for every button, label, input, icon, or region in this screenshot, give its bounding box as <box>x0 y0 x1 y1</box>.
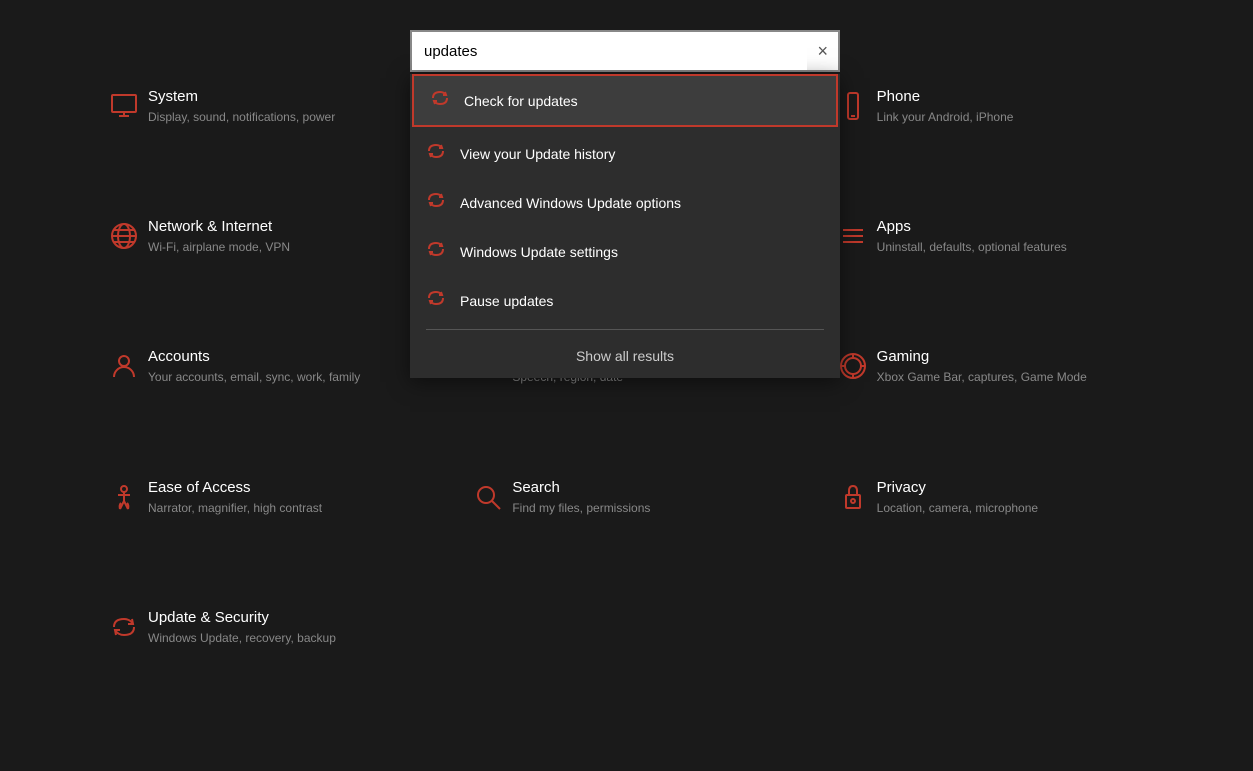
settings-text-accounts: Accounts Your accounts, email, sync, work… <box>148 348 360 386</box>
show-all-results-button[interactable]: Show all results <box>410 334 840 378</box>
search-overlay: updates × Check for updates View your Up… <box>410 30 840 378</box>
result-label-update-settings: Windows Update settings <box>460 244 618 260</box>
settings-item-system[interactable]: System Display, sound, notifications, pow… <box>80 60 444 190</box>
search-result-check-updates[interactable]: Check for updates <box>412 74 838 127</box>
settings-cell-empty <box>444 581 808 711</box>
result-label-advanced-options: Advanced Windows Update options <box>460 195 681 211</box>
search-result-pause-updates[interactable]: Pause updates <box>410 276 840 325</box>
settings-item-privacy[interactable]: Privacy Location, camera, microphone <box>809 451 1173 581</box>
result-update-icon-0 <box>430 88 450 113</box>
settings-title-gaming: Gaming <box>877 348 1087 365</box>
settings-title-ease-of-access: Ease of Access <box>148 479 322 496</box>
result-label-check-updates: Check for updates <box>464 93 578 109</box>
settings-subtitle-privacy: Location, camera, microphone <box>877 500 1038 517</box>
result-label-view-history: View your Update history <box>460 146 615 162</box>
search-dropdown: Check for updates View your Update histo… <box>410 74 840 378</box>
settings-text-phone: Phone Link your Android, iPhone <box>877 88 1014 126</box>
result-label-pause-updates: Pause updates <box>460 293 553 309</box>
settings-item-accounts[interactable]: Accounts Your accounts, email, sync, work… <box>80 320 444 450</box>
settings-title-system: System <box>148 88 335 105</box>
settings-item-phone[interactable]: Phone Link your Android, iPhone <box>809 60 1173 190</box>
privacy-icon <box>829 481 877 513</box>
network-icon <box>100 220 148 252</box>
search-result-view-history[interactable]: View your Update history <box>410 129 840 178</box>
settings-title-update-security: Update & Security <box>148 609 336 626</box>
result-update-icon-3 <box>426 239 446 264</box>
settings-title-phone: Phone <box>877 88 1014 105</box>
update-icon <box>100 611 148 643</box>
settings-text-ease-of-access: Ease of Access Narrator, magnifier, high … <box>148 479 322 517</box>
settings-text-search: Search Find my files, permissions <box>512 479 650 517</box>
settings-item-update-security[interactable]: Update & Security Windows Update, recover… <box>80 581 444 711</box>
settings-title-apps: Apps <box>877 218 1067 235</box>
settings-text-system: System Display, sound, notifications, pow… <box>148 88 335 126</box>
settings-text-network: Network & Internet Wi-Fi, airplane mode, … <box>148 218 290 256</box>
settings-subtitle-update-security: Windows Update, recovery, backup <box>148 630 336 647</box>
settings-text-privacy: Privacy Location, camera, microphone <box>877 479 1038 517</box>
settings-subtitle-ease-of-access: Narrator, magnifier, high contrast <box>148 500 322 517</box>
search-result-advanced-options[interactable]: Advanced Windows Update options <box>410 178 840 227</box>
settings-subtitle-network: Wi-Fi, airplane mode, VPN <box>148 239 290 256</box>
settings-subtitle-gaming: Xbox Game Bar, captures, Game Mode <box>877 369 1087 386</box>
accounts-icon <box>100 350 148 382</box>
result-update-icon-2 <box>426 190 446 215</box>
settings-cell-empty <box>809 581 1173 711</box>
accessibility-icon <box>100 481 148 513</box>
settings-subtitle-search: Find my files, permissions <box>512 500 650 517</box>
settings-title-accounts: Accounts <box>148 348 360 365</box>
settings-item-ease-of-access[interactable]: Ease of Access Narrator, magnifier, high … <box>80 451 444 581</box>
settings-subtitle-apps: Uninstall, defaults, optional features <box>877 239 1067 256</box>
monitor-icon <box>100 90 148 122</box>
settings-item-search[interactable]: Search Find my files, permissions <box>444 451 808 581</box>
search-divider <box>426 329 824 330</box>
settings-title-privacy: Privacy <box>877 479 1038 496</box>
settings-subtitle-phone: Link your Android, iPhone <box>877 109 1014 126</box>
result-update-icon-1 <box>426 141 446 166</box>
settings-title-network: Network & Internet <box>148 218 290 235</box>
search-clear-button[interactable]: × <box>807 32 838 70</box>
search-icon <box>464 481 512 513</box>
search-result-update-settings[interactable]: Windows Update settings <box>410 227 840 276</box>
settings-item-apps[interactable]: Apps Uninstall, defaults, optional featur… <box>809 190 1173 320</box>
search-container: updates × <box>410 30 840 72</box>
settings-title-search: Search <box>512 479 650 496</box>
settings-subtitle-system: Display, sound, notifications, power <box>148 109 335 126</box>
settings-subtitle-accounts: Your accounts, email, sync, work, family <box>148 369 360 386</box>
settings-text-update-security: Update & Security Windows Update, recover… <box>148 609 336 647</box>
result-update-icon-4 <box>426 288 446 313</box>
settings-text-gaming: Gaming Xbox Game Bar, captures, Game Mode <box>877 348 1087 386</box>
settings-item-gaming[interactable]: Gaming Xbox Game Bar, captures, Game Mode <box>809 320 1173 450</box>
settings-item-network[interactable]: Network & Internet Wi-Fi, airplane mode, … <box>80 190 444 320</box>
search-input[interactable]: updates <box>412 32 807 70</box>
settings-text-apps: Apps Uninstall, defaults, optional featur… <box>877 218 1067 256</box>
